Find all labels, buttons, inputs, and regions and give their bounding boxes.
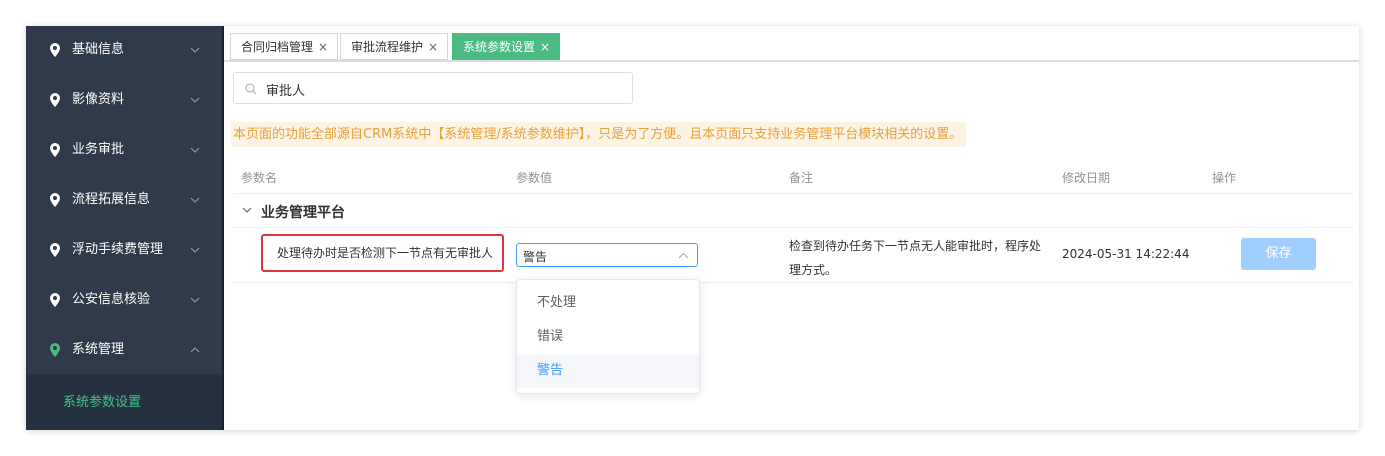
tab-label: 系统参数设置 [463,40,536,54]
sidebar: 基础信息 影像资料 业务审批 流程拓展信息 浮动手续费管理 公安信息核验 系统管… [26,26,222,430]
sidebar-item-police-verification[interactable]: 公安信息核验 [26,276,222,326]
table-group-row[interactable]: 业务管理平台 [233,194,1353,228]
sidebar-item-business-approval[interactable]: 业务审批 [26,126,222,176]
select-dropdown: 不处理 错误 警告 [516,279,700,394]
map-pin-icon [50,43,60,57]
column-header-modified-date: 修改日期 [1062,171,1111,185]
sidebar-item-image-data[interactable]: 影像资料 [26,76,222,126]
map-pin-icon [50,343,60,357]
sidebar-divider [222,26,224,430]
search-icon [245,83,257,95]
chevron-down-icon [190,147,200,153]
sidebar-item-label: 公安信息核验 [72,292,151,307]
map-pin-icon [50,93,60,107]
close-icon[interactable]: × [540,40,550,54]
tab-label: 合同归档管理 [241,40,314,54]
tab-system-params[interactable]: 系统参数设置 × [452,33,561,60]
modified-date-cell: 2024-05-31 14:22:44 [1062,247,1190,261]
sidebar-item-floating-fee[interactable]: 浮动手续费管理 [26,226,222,276]
option-error[interactable]: 错误 [517,320,699,354]
close-icon[interactable]: × [318,40,328,54]
chevron-down-icon [190,47,200,53]
sidebar-item-process-extension[interactable]: 流程拓展信息 [26,176,222,226]
sidebar-item-label: 影像资料 [72,92,125,107]
chevron-down-icon [190,97,200,103]
remark-cell: 检查到待办任务下一节点无人能审批时，程序处理方式。 [789,239,1042,277]
sidebar-item-basic-info[interactable]: 基础信息 [26,26,222,76]
column-header-action: 操作 [1212,171,1237,185]
tab-bar: 合同归档管理 × 审批流程维护 × 系统参数设置 × [224,26,1359,62]
column-header-param-name: 参数名 [241,171,278,185]
search-box [233,72,633,104]
sidebar-item-system-management[interactable]: 系统管理 [26,326,222,376]
map-pin-icon [50,143,60,157]
sidebar-item-label: 系统管理 [72,342,125,357]
map-pin-icon [50,243,60,257]
chevron-down-icon [190,197,200,203]
sidebar-subitem-label: 系统参数设置 [63,395,142,410]
close-icon[interactable]: × [428,40,438,54]
chevron-down-icon[interactable] [242,206,252,214]
save-button[interactable]: 保存 [1241,238,1316,270]
table-header: 参数名 参数值 备注 修改日期 操作 [233,166,1353,194]
param-name-cell: 处理待办时是否检测下一节点有无审批人 [261,234,504,272]
tab-label: 审批流程维护 [351,40,424,54]
notice-banner: 本页面的功能全部源自CRM系统中【系统管理/系统参数维护】，只是为了方便。且本页… [231,122,967,147]
chevron-up-icon [190,347,200,353]
map-pin-icon [50,193,60,207]
column-header-param-value: 参数值 [516,171,553,185]
table-row: 处理待办时是否检测下一节点有无审批人 警告 检查到待办任务下一节点无人能审批时，… [233,228,1353,283]
sidebar-item-label: 流程拓展信息 [72,192,151,207]
column-header-remark: 备注 [789,171,814,185]
group-name: 业务管理平台 [261,205,345,221]
app-frame: 基础信息 影像资料 业务审批 流程拓展信息 浮动手续费管理 公安信息核验 系统管… [26,26,1359,430]
option-no-process[interactable]: 不处理 [517,286,699,320]
tab-contract-archive[interactable]: 合同归档管理 × [230,33,339,60]
map-pin-icon [50,293,60,307]
chevron-down-icon [190,297,200,303]
chevron-down-icon [190,247,200,253]
sidebar-subitem-system-params[interactable]: 系统参数设置 [26,374,222,430]
option-warning[interactable]: 警告 [517,354,699,388]
sidebar-item-label: 浮动手续费管理 [72,242,164,257]
sidebar-item-label: 业务审批 [72,142,125,157]
search-input[interactable] [266,79,616,99]
tab-approval-flow[interactable]: 审批流程维护 × [340,33,449,60]
param-value-select[interactable]: 警告 [516,243,698,267]
chevron-up-icon [678,252,689,259]
select-value: 警告 [523,250,548,264]
sidebar-item-label: 基础信息 [72,42,125,57]
